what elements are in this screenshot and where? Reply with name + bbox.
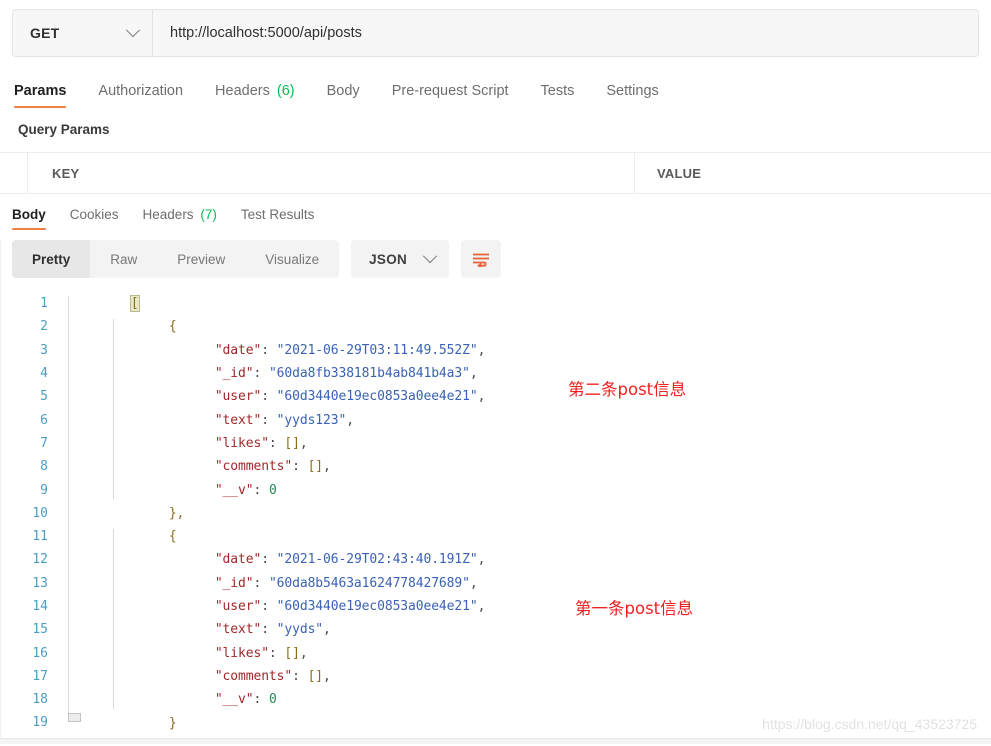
code-token-key: "__v" [214,692,254,708]
code-token-brace: } [168,715,177,731]
line-number: 2 [40,319,48,335]
tab-params[interactable]: Params [14,83,67,108]
code-token-comma: , [477,389,486,405]
line-number: 3 [40,342,48,358]
line-number: 16 [32,645,48,661]
code-token-comma: , [346,412,354,428]
response-tab-test-results-label: Test Results [240,207,315,222]
response-tab-bar: Body Cookies Headers (7) Test Results [0,196,991,230]
watermark: https://blog.csdn.net/qq_43523725 [762,716,977,732]
line-number: 7 [40,435,48,451]
line-number: 17 [32,668,48,684]
tab-pre-request-script-label: Pre-request Script [391,83,509,99]
line-number: 6 [40,412,48,428]
tab-body[interactable]: Body [327,83,360,108]
view-mode-preview[interactable]: Preview [157,240,245,278]
tab-authorization-label: Authorization [98,83,184,99]
code-token-comma: , [477,342,486,358]
response-body-toolbar: Pretty Raw Preview Visualize JSON [0,230,991,278]
code-token-comma: , [323,668,331,684]
code-line-list: 1 [ 2 { 3 "date": "2021-06-29T03:11:49.5… [0,292,991,735]
code-token-colon: : [253,692,269,708]
params-header-value: VALUE [657,165,702,181]
query-params-title: Query Params [18,122,110,137]
chevron-down-icon [125,23,141,38]
tab-settings-label: Settings [606,83,659,99]
line-number: 11 [32,529,48,545]
code-token-colon: : [253,482,269,498]
view-mode-preview-label: Preview [177,251,226,267]
http-method-label: GET [30,25,60,41]
response-tab-cookies-label: Cookies [69,207,119,222]
view-mode-pretty-label: Pretty [32,251,71,267]
line-number: 10 [32,505,48,521]
wrap-lines-button[interactable] [461,240,502,278]
tab-headers-label: Headers [215,83,270,99]
panel-left-edge [0,240,1,739]
tab-settings[interactable]: Settings [606,83,658,108]
tab-tests-label: Tests [540,83,575,99]
code-token-colon: : [292,459,308,475]
line-number: 1 [40,296,48,312]
code-token-number: 0 [268,692,277,708]
tab-pre-request-script[interactable]: Pre-request Script [392,83,509,108]
tab-headers[interactable]: Headers (6) [215,83,295,108]
tab-body-label: Body [326,83,360,99]
code-token-colon: : [292,668,308,684]
response-format-label: JSON [369,251,408,267]
view-mode-visualize[interactable]: Visualize [245,240,339,278]
query-params-table: KEY VALUE [0,152,991,194]
tab-authorization[interactable]: Authorization [98,83,183,108]
line-number: 9 [40,482,48,498]
view-mode-pretty[interactable]: Pretty [12,240,91,278]
request-url-bar: GET http://localhost:5000/api/posts [12,9,979,57]
response-tab-headers-count: (7) [200,207,217,222]
response-tab-body[interactable]: Body [12,207,46,230]
code-token-array: [] [307,668,324,684]
line-number: 13 [32,575,48,591]
line-number: 12 [32,552,48,568]
line-number: 14 [32,599,48,614]
code-token-comma: , [477,552,486,568]
code-token-number: 0 [268,482,277,498]
view-mode-raw-label: Raw [110,251,138,267]
response-tab-headers-label: Headers [142,207,194,222]
line-number: 4 [40,366,48,382]
params-header-key: KEY [28,153,635,193]
tab-headers-count: (6) [276,83,295,99]
tab-params-label: Params [14,83,67,99]
url-input[interactable]: http://localhost:5000/api/posts [153,10,978,56]
line-number: 15 [32,622,48,638]
response-tab-headers[interactable]: Headers (7) [143,207,217,230]
code-token-comma: , [323,459,331,475]
bottom-status-strip [0,738,991,744]
annotation-first-post: 第一条post信息 [575,599,694,618]
line-number: 18 [32,692,48,708]
code-token-comma: , [323,622,331,638]
tab-tests[interactable]: Tests [541,83,575,108]
view-mode-visualize-label: Visualize [265,251,320,267]
response-tab-test-results[interactable]: Test Results [241,207,315,230]
code-token-array: [] [307,459,324,475]
response-tab-body-label: Body [12,207,46,222]
line-number: 19 [32,715,48,731]
request-tab-bar: Params Authorization Headers (6) Body Pr… [0,72,991,108]
http-method-select[interactable]: GET [13,10,153,56]
response-body-code[interactable]: 1 [ 2 { 3 "date": "2021-06-29T03:11:49.5… [0,292,991,732]
view-mode-raw[interactable]: Raw [90,240,157,278]
code-token-comma: , [477,599,486,615]
line-number: 5 [40,389,48,405]
annotation-second-post: 第二条post信息 [568,380,687,399]
response-tab-cookies[interactable]: Cookies [70,207,119,230]
line-number: 8 [40,459,48,475]
response-format-select[interactable]: JSON [351,240,450,278]
chevron-down-icon [422,249,438,264]
response-view-mode-group: Pretty Raw Preview Visualize [12,240,340,278]
code-token-key: "__v" [214,482,254,498]
wrap-lines-icon [473,253,490,267]
params-select-all-cell[interactable] [0,153,28,193]
